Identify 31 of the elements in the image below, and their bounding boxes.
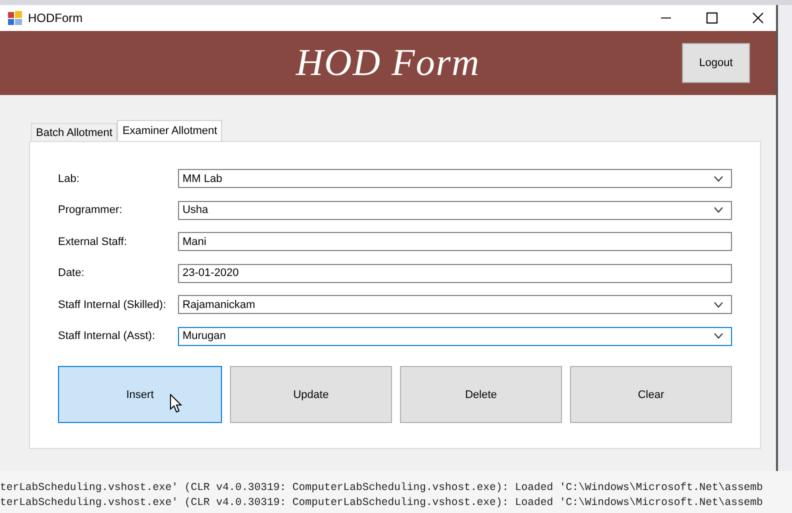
dropdown-field[interactable]: Usha <box>178 200 732 220</box>
dropdown-field[interactable]: Rajamanickam <box>178 295 732 314</box>
dropdown-field[interactable]: MM Lab <box>178 169 732 188</box>
field-label: Staff Internal (Asst): <box>58 330 156 342</box>
form-heading: HOD Form <box>296 41 480 85</box>
console-line: terLabScheduling.vshost.exe' (CLR v4.0.30319: ComputerLabScheduling.vshost.exe): Loaded 'C:\Windows\Microsoft.Net\assemb <box>0 481 764 496</box>
action-button[interactable]: Update <box>230 366 392 423</box>
window-title: HODForm <box>28 11 83 25</box>
action-button[interactable]: Delete <box>400 366 562 423</box>
mouse-pointer-icon <box>170 394 182 413</box>
chevron-down-icon <box>714 207 723 214</box>
chevron-down-icon <box>714 176 723 182</box>
action-button[interactable]: Clear <box>570 366 732 423</box>
tab[interactable]: Examiner Allotment <box>117 120 222 141</box>
console-line: terLabScheduling.vshost.exe' (CLR v4.0.30319: ComputerLabScheduling.vshost.exe): Loaded 'C:\Windows\Microsoft.Net\assemb <box>0 496 764 511</box>
logout-button[interactable]: Logout <box>682 43 750 83</box>
close-icon[interactable] <box>752 12 764 24</box>
input-field[interactable]: 23-01-2020 <box>178 264 732 283</box>
action-button[interactable]: Insert <box>58 366 222 423</box>
tab[interactable]: Batch Allotment <box>31 123 118 141</box>
field-label: Lab: <box>58 172 80 185</box>
chevron-down-icon <box>714 302 723 308</box>
field-label: Programmer: <box>58 204 124 216</box>
input-field[interactable]: Mani <box>178 232 732 252</box>
field-label: Staff Internal (Skilled): <box>58 298 168 311</box>
dropdown-field[interactable]: Murugan <box>178 326 732 346</box>
app-icon <box>8 11 22 25</box>
field-label: External Staff: <box>58 236 128 248</box>
field-label: Date: <box>58 267 86 280</box>
chevron-down-icon <box>714 333 723 340</box>
maximize-icon[interactable] <box>706 12 718 24</box>
